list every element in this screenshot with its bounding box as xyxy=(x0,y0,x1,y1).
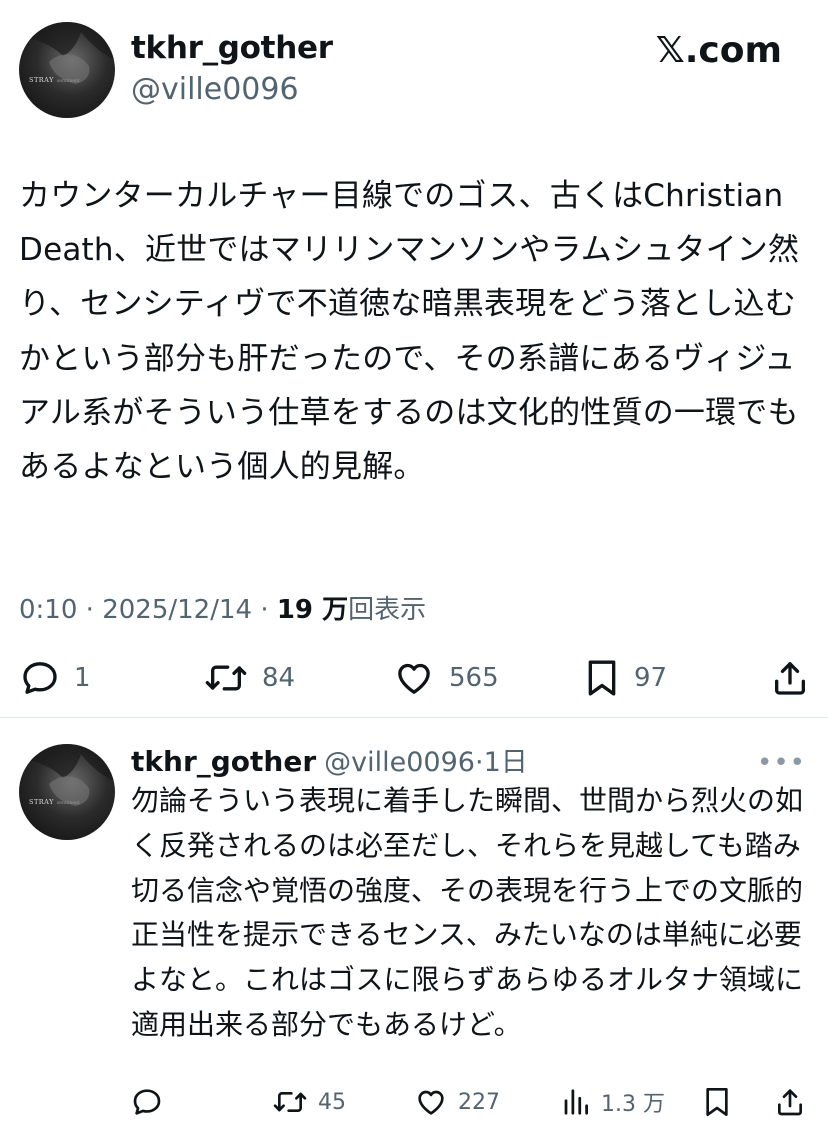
tweet-meta: 0:10 · 2025/12/14 · 19 万回表示 xyxy=(19,595,427,625)
avatar-text: STRAY xyxy=(29,798,54,806)
view-label: 回表示 xyxy=(348,595,427,625)
divider xyxy=(0,717,828,718)
heart-icon xyxy=(418,1090,444,1115)
heart-icon xyxy=(398,663,430,694)
retweet-count: 84 xyxy=(262,663,296,693)
reply-text: 勿論そういう表現に着手した瞬間、世間から烈火の如く反発されるのは必至だし、それら… xyxy=(131,784,804,1041)
share-button[interactable] xyxy=(770,652,810,704)
view-count: 19 万 xyxy=(276,595,349,625)
reply-views-button[interactable]: 1.3 万 xyxy=(561,1082,665,1122)
reply-view-count: 1.3 万 xyxy=(601,1092,665,1117)
bookmark-button[interactable]: 97 xyxy=(584,652,667,704)
like-count: 565 xyxy=(449,663,499,693)
like-button[interactable]: 565 xyxy=(393,652,499,704)
reply-avatar[interactable]: STRAY sentiment xyxy=(19,744,115,840)
author-display-name[interactable]: tkhr_gother xyxy=(131,30,333,66)
share-upload-icon xyxy=(778,1089,802,1116)
bookmark-icon xyxy=(588,660,616,696)
tweet-text: カウンターカルチャー目線でのゴス、古くはChristian Death、近世では… xyxy=(19,178,800,486)
avatar-text: STRAY xyxy=(29,76,54,84)
bookmark-count: 97 xyxy=(634,663,668,693)
bookmark-icon xyxy=(706,1088,728,1116)
reply-bookmark-button[interactable] xyxy=(703,1082,731,1122)
reply-display-name[interactable]: tkhr_gother xyxy=(131,745,316,778)
reply-retweet-button[interactable]: 45 xyxy=(272,1082,346,1122)
speech-bubble-icon xyxy=(133,1089,161,1115)
avatar[interactable]: STRAY sentiment xyxy=(19,22,115,118)
tweet-action-bar: 1 84 565 97 xyxy=(0,652,828,704)
reply-share-button[interactable] xyxy=(774,1082,806,1122)
share-upload-icon xyxy=(775,662,805,695)
reply-like-count: 227 xyxy=(458,1089,500,1115)
reply-reply-button[interactable] xyxy=(131,1082,163,1122)
svg-text:sentiment: sentiment xyxy=(57,800,80,806)
svg-text:sentiment: sentiment xyxy=(57,78,80,84)
x-logo: 𝕏.com xyxy=(655,30,782,71)
tweet-time[interactable]: 0:10 xyxy=(19,595,77,625)
reply-button[interactable]: 1 xyxy=(20,652,91,704)
retweet-arrows-icon xyxy=(205,665,247,691)
retweet-button[interactable]: 84 xyxy=(204,652,295,704)
bar-chart-icon xyxy=(564,1089,588,1115)
reply-handle[interactable]: @ville0096 xyxy=(324,747,475,778)
more-options-button[interactable]: ••• xyxy=(757,748,806,778)
reply-action-bar: 45 227 1.3 万 xyxy=(0,1082,828,1122)
reply-time[interactable]: 1日 xyxy=(484,747,528,778)
reply-header: tkhr_gother @ville0096·1日 xyxy=(131,740,528,779)
author-handle[interactable]: @ville0096 xyxy=(131,72,299,107)
reply-retweet-count: 45 xyxy=(318,1089,346,1115)
separator-dot: · xyxy=(474,747,484,778)
reply-count: 1 xyxy=(74,663,91,693)
speech-bubble-icon xyxy=(23,662,57,694)
tweet-date[interactable]: 2025/12/14 xyxy=(102,595,252,625)
retweet-arrows-icon xyxy=(273,1092,307,1112)
reply-like-button[interactable]: 227 xyxy=(414,1082,500,1122)
